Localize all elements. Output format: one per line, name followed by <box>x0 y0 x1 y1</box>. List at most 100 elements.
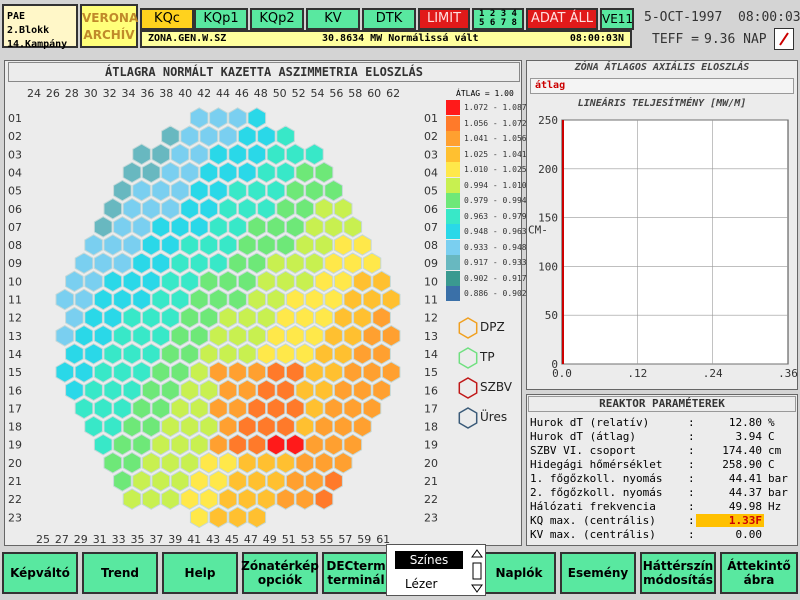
fuel-assembly[interactable] <box>132 397 151 420</box>
fuel-assembly[interactable] <box>228 470 247 492</box>
fuel-assembly[interactable] <box>180 488 199 510</box>
fuel-assembly[interactable] <box>218 488 238 510</box>
fuel-assembly[interactable] <box>180 270 199 293</box>
fuel-assembly[interactable] <box>103 452 123 474</box>
fuel-assembly[interactable] <box>113 179 132 202</box>
fuel-assembly[interactable] <box>122 161 142 184</box>
fuel-assembly[interactable] <box>132 470 151 492</box>
fuel-assembly[interactable] <box>276 234 295 256</box>
fuel-assembly[interactable] <box>314 198 334 220</box>
fuel-assembly[interactable] <box>93 433 113 456</box>
fuel-assembly[interactable] <box>285 433 305 456</box>
fuel-assembly[interactable] <box>343 325 363 347</box>
fuel-assembly[interactable] <box>199 306 219 329</box>
fuel-assembly[interactable] <box>209 107 228 129</box>
fuel-assembly[interactable] <box>266 288 286 311</box>
fuel-assembly[interactable] <box>295 488 315 510</box>
fuel-assembly[interactable] <box>161 161 180 184</box>
fuel-assembly[interactable] <box>257 198 276 220</box>
fuel-assembly[interactable] <box>161 488 180 510</box>
fuel-assembly[interactable] <box>189 107 209 129</box>
fuel-assembly[interactable] <box>295 306 315 329</box>
fuel-assembly[interactable] <box>199 379 219 401</box>
fuel-assembly[interactable] <box>113 325 132 347</box>
fuel-assembly[interactable] <box>180 161 199 184</box>
fuel-assembly[interactable] <box>84 415 103 438</box>
fuel-assembly[interactable] <box>257 343 276 365</box>
fuel-assembly[interactable] <box>93 288 113 311</box>
fuel-assembly[interactable] <box>257 306 276 329</box>
fuel-assembly[interactable] <box>199 488 219 510</box>
fuel-assembly[interactable] <box>141 415 161 438</box>
fuel-assembly[interactable] <box>93 325 113 347</box>
fuel-assembly[interactable] <box>228 325 247 347</box>
fuel-assembly[interactable] <box>122 488 142 510</box>
fuel-assembly[interactable] <box>218 234 238 256</box>
fuel-assembly[interactable] <box>199 198 219 220</box>
fuel-assembly[interactable] <box>209 179 228 202</box>
fuel-assembly[interactable] <box>103 415 123 438</box>
fuel-assembly[interactable] <box>266 433 286 456</box>
fuel-assembly[interactable] <box>305 252 324 274</box>
fuel-assembly[interactable] <box>324 361 343 383</box>
fuel-assembly[interactable] <box>266 397 286 420</box>
fuel-assembly[interactable] <box>276 343 295 365</box>
fuel-assembly[interactable] <box>228 433 247 456</box>
fuel-assembly[interactable] <box>266 216 286 238</box>
fuel-assembly[interactable] <box>151 433 171 456</box>
fuel-assembly[interactable] <box>161 379 180 401</box>
fuel-assembly[interactable] <box>55 288 75 311</box>
fuel-assembly[interactable] <box>257 379 276 401</box>
fuel-assembly[interactable] <box>285 179 305 202</box>
fuel-assembly[interactable] <box>113 288 132 311</box>
fuel-assembly[interactable] <box>228 288 247 311</box>
fuel-assembly[interactable] <box>209 433 228 456</box>
fuel-assembly[interactable] <box>170 325 190 347</box>
fuel-assembly[interactable] <box>103 306 123 329</box>
fuel-assembly[interactable] <box>353 306 372 329</box>
fuel-assembly[interactable] <box>276 161 295 184</box>
fuel-assembly[interactable] <box>122 306 142 329</box>
fuel-assembly[interactable] <box>209 470 228 492</box>
fuel-assembly[interactable] <box>343 288 363 311</box>
fuel-assembly[interactable] <box>333 452 353 474</box>
fuel-assembly[interactable] <box>324 179 343 202</box>
fuel-assembly[interactable] <box>93 252 113 274</box>
fuel-assembly[interactable] <box>189 397 209 420</box>
fuel-assembly[interactable] <box>93 361 113 383</box>
fuel-assembly[interactable] <box>189 325 209 347</box>
fuel-assembly[interactable] <box>237 488 257 510</box>
fuel-assembly[interactable] <box>189 288 209 311</box>
fuel-assembly[interactable] <box>285 216 305 238</box>
fuel-assembly[interactable] <box>324 216 343 238</box>
fuel-assembly[interactable] <box>199 270 219 293</box>
fuel-assembly[interactable] <box>189 470 209 492</box>
fuel-assembly[interactable] <box>141 198 161 220</box>
fuel-assembly[interactable] <box>285 143 305 166</box>
fuel-assembly[interactable] <box>74 397 94 420</box>
fuel-assembly[interactable] <box>189 506 209 529</box>
fuel-assembly[interactable] <box>170 216 190 238</box>
fuel-assembly[interactable] <box>314 270 334 293</box>
fuel-assembly[interactable] <box>199 452 219 474</box>
btn-attekinto[interactable]: Áttekintő ábra <box>720 552 798 594</box>
btn-hatterszin[interactable]: Háttérszín módosítás <box>640 552 716 594</box>
fuel-assembly[interactable] <box>257 415 276 438</box>
fuel-assembly[interactable] <box>151 325 171 347</box>
fuel-assembly[interactable] <box>353 234 372 256</box>
fuel-assembly[interactable] <box>343 433 363 456</box>
fuel-assembly[interactable] <box>314 234 334 256</box>
fuel-assembly[interactable] <box>199 161 219 184</box>
fuel-assembly[interactable] <box>141 452 161 474</box>
fuel-assembly[interactable] <box>141 306 161 329</box>
btn-naplok[interactable]: Naplók <box>482 552 556 594</box>
fuel-assembly[interactable] <box>228 143 247 166</box>
fuel-assembly[interactable] <box>343 361 363 383</box>
fuel-assembly[interactable] <box>228 179 247 202</box>
fuel-assembly[interactable] <box>353 270 372 293</box>
fuel-assembly[interactable] <box>93 216 113 238</box>
fuel-assembly[interactable] <box>314 488 334 510</box>
fuel-assembly[interactable] <box>209 361 228 383</box>
fuel-assembly[interactable] <box>113 433 132 456</box>
fuel-assembly[interactable] <box>103 234 123 256</box>
